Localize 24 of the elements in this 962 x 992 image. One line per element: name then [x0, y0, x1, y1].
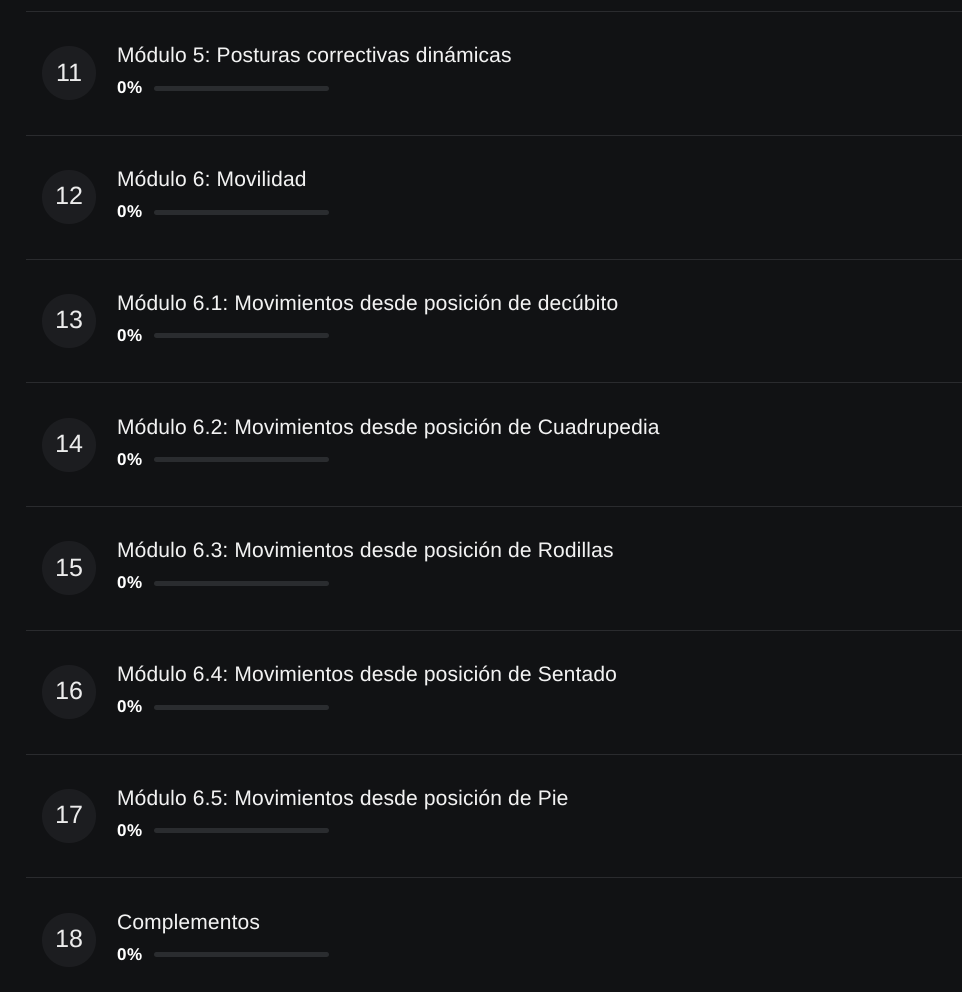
module-title[interactable]: Módulo 6.2: Movimientos desde posición de Cuadrupedia	[117, 414, 660, 441]
module-title[interactable]: Módulo 6: Movilidad	[117, 167, 329, 194]
module-title[interactable]: Módulo 5: Posturas correctivas dinámicas	[117, 43, 512, 70]
module-number: 17	[42, 788, 96, 843]
module-number: 12	[42, 170, 96, 224]
progress-percent: 0%	[117, 822, 143, 840]
progress-percent: 0%	[117, 946, 143, 964]
module-number: 14	[42, 418, 96, 472]
module-title[interactable]: Módulo 6.5: Movimientos desde posición de Pie	[117, 786, 569, 812]
progress-percent: 0%	[117, 450, 143, 469]
module-title[interactable]: Módulo 6.4: Movimientos desde posición de Sentado	[117, 662, 617, 688]
progress-percent: 0%	[117, 203, 143, 222]
module-number: 15	[42, 541, 96, 596]
progress-percent: 0%	[117, 79, 143, 98]
module-number: 11	[42, 46, 96, 100]
module-number: 18	[42, 912, 96, 967]
module-number: 13	[42, 294, 96, 348]
progress-percent: 0%	[117, 326, 143, 345]
progress-percent: 0%	[117, 574, 143, 592]
progress-percent: 0%	[117, 698, 143, 716]
module-title[interactable]: Módulo 6.3: Movimientos desde posición de Rodillas	[117, 538, 614, 564]
module-number: 16	[42, 665, 96, 720]
module-title[interactable]: Módulo 6.1: Movimientos desde posición de decúbito	[117, 290, 618, 317]
module-title[interactable]: Complementos	[117, 910, 329, 936]
